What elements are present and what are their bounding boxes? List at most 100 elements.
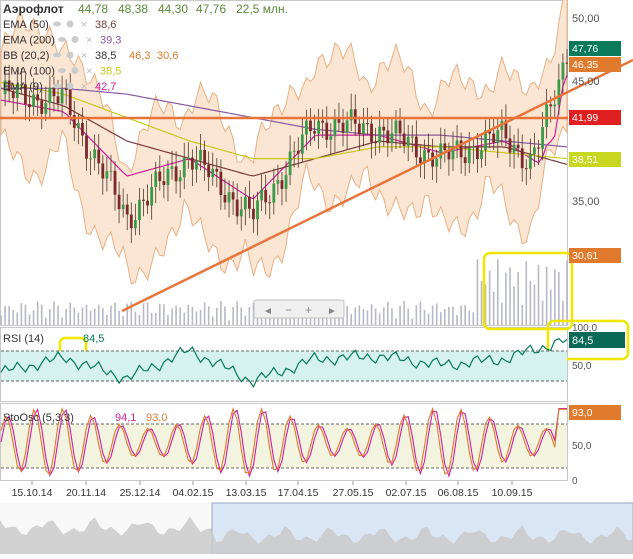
- volume-bar: [228, 320, 230, 325]
- zoom-out-button[interactable]: −: [285, 303, 292, 317]
- volume-bar: [167, 314, 169, 325]
- volume-bar: [142, 303, 145, 325]
- volume-bar: [505, 272, 507, 325]
- level-text: 41,99: [572, 112, 598, 124]
- candle-body: [28, 104, 31, 108]
- volume-bar: [403, 301, 405, 325]
- volume-bar: [36, 301, 39, 325]
- volume-bar: [423, 309, 426, 325]
- gear-icon[interactable]: [66, 51, 74, 59]
- candle-body: [471, 146, 475, 148]
- indicator-value: 39,3: [100, 35, 121, 47]
- volume-bar: [232, 306, 234, 325]
- candle-body: [60, 89, 64, 104]
- volume-bar: [171, 308, 173, 325]
- volume-bar: [362, 309, 365, 325]
- volume-bar: [211, 316, 214, 325]
- gear-icon[interactable]: [71, 67, 79, 74]
- volume-bar: [53, 301, 55, 325]
- rsi-label: RSI (14): [3, 333, 44, 345]
- volume-bar: [240, 307, 243, 325]
- indicator-value: 38,5: [95, 50, 116, 62]
- eye-icon[interactable]: [58, 68, 66, 73]
- volume-bar: [374, 308, 377, 325]
- volume-bar: [558, 272, 560, 325]
- candle-body: [296, 150, 300, 154]
- volume-bar: [199, 309, 202, 325]
- candle-body: [382, 126, 386, 131]
- volume-bar: [517, 272, 519, 325]
- candle-body: [463, 157, 467, 164]
- volume-bar: [545, 266, 548, 325]
- gear-icon[interactable]: [66, 20, 74, 28]
- candle-body: [93, 149, 97, 159]
- candle-body: [215, 168, 219, 172]
- stock-chart[interactable]: 50,00 45,00 35,00 47,76 46,35 41,99 38,5…: [0, 0, 633, 555]
- volume-bar: [191, 307, 194, 325]
- volume-bar: [207, 306, 210, 325]
- candle-body: [97, 149, 101, 164]
- volume-bar: [65, 308, 67, 325]
- close-icon[interactable]: ×: [81, 50, 87, 62]
- candle-body: [264, 189, 268, 203]
- volume-bar: [448, 306, 450, 325]
- volume-bar: [537, 264, 540, 325]
- volume-bar: [501, 302, 503, 325]
- price-tick: 50,00: [572, 13, 600, 25]
- eye-icon[interactable]: [53, 83, 61, 89]
- scroll-right-button[interactable]: ►: [327, 306, 337, 317]
- candle-body: [276, 180, 280, 184]
- candle-body: [333, 119, 337, 137]
- close-icon[interactable]: ×: [81, 19, 87, 31]
- volume-bar: [488, 271, 491, 325]
- volume-bar: [118, 310, 120, 325]
- eye-icon[interactable]: [53, 52, 61, 58]
- volume-bar: [12, 309, 15, 325]
- volume-bar: [468, 310, 471, 325]
- volume-bar: [456, 314, 458, 325]
- candle-body: [553, 104, 557, 107]
- candle-body: [366, 123, 369, 125]
- candle-body: [203, 150, 206, 165]
- candle-body: [89, 158, 92, 160]
- scroll-left-button[interactable]: ◄: [263, 306, 273, 317]
- stoch-d-value: 93,0: [146, 412, 167, 424]
- candle-body: [252, 208, 255, 220]
- volume-bar: [521, 304, 524, 325]
- indicator-extra-value: 46,3: [129, 50, 150, 62]
- candle-body: [439, 143, 443, 159]
- candle-body: [178, 177, 182, 182]
- close-icon[interactable]: ×: [81, 81, 87, 93]
- volume-bar: [415, 305, 418, 325]
- volume-bar: [370, 304, 373, 325]
- date-label: 20.11.14: [66, 487, 106, 499]
- candle-body: [227, 192, 231, 203]
- volume-bar: [452, 306, 454, 325]
- ema-text: 38,51: [572, 154, 598, 166]
- indicator-value: 42,7: [95, 81, 116, 93]
- candle-body: [125, 204, 129, 215]
- volume-bar: [549, 289, 552, 325]
- volume-bar: [244, 315, 247, 325]
- candle-body: [325, 122, 329, 140]
- volume-bar: [154, 312, 157, 325]
- candle-body: [341, 122, 345, 133]
- ticker-name: Аэрофлот: [3, 2, 64, 16]
- candle-body: [219, 171, 223, 195]
- navigator-buttons: ◄ − + ►: [253, 299, 345, 319]
- eye-icon[interactable]: [58, 37, 66, 42]
- volume-bar: [419, 301, 422, 325]
- close-icon[interactable]: ×: [86, 66, 92, 78]
- gear-icon[interactable]: [71, 36, 79, 43]
- candle-body: [174, 166, 178, 182]
- candle-body: [394, 120, 398, 134]
- zoom-in-button[interactable]: +: [305, 303, 312, 317]
- gear-icon[interactable]: [66, 82, 74, 90]
- close-icon[interactable]: ×: [86, 35, 92, 47]
- volume-bar: [395, 318, 397, 325]
- candle-body: [56, 96, 60, 104]
- eye-icon[interactable]: [53, 21, 61, 27]
- volume-bar: [407, 308, 409, 325]
- volume-bar: [533, 284, 536, 325]
- volume-bar: [366, 310, 369, 325]
